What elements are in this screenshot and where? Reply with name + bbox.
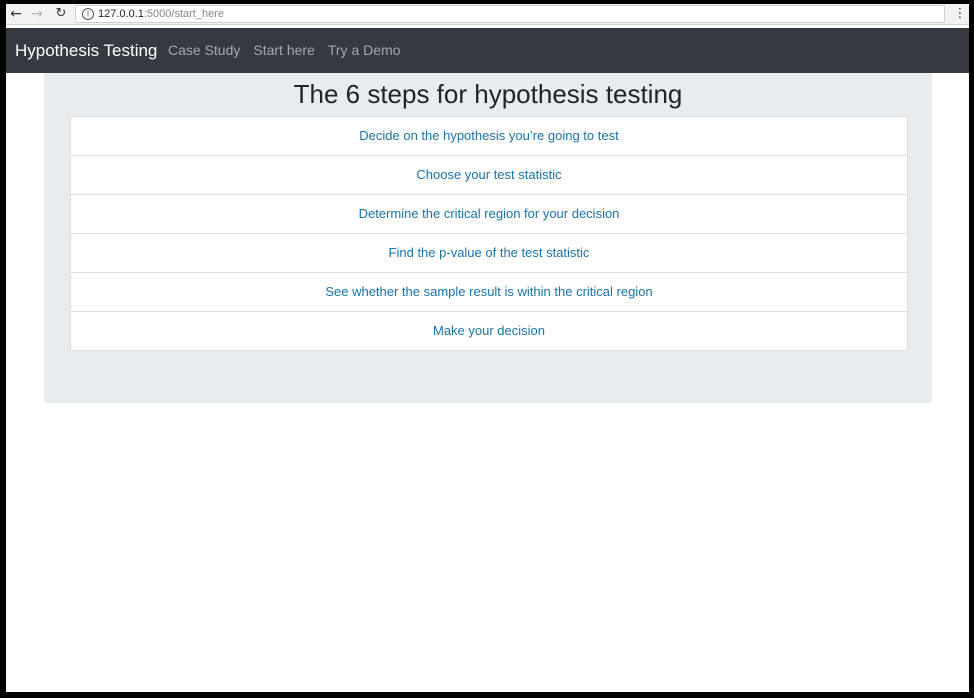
navbar-brand[interactable]: Hypothesis Testing — [15, 28, 157, 73]
steps-list: Decide on the hypothesis you’re going to… — [70, 116, 908, 351]
nav-link-try-a-demo[interactable]: Try a Demo — [328, 28, 401, 73]
step-item-3[interactable]: Determine the critical region for your d… — [71, 195, 907, 234]
step-item-1[interactable]: Decide on the hypothesis you’re going to… — [71, 117, 907, 156]
address-bar[interactable]: i 127.0.0.1:5000/start_here — [75, 5, 945, 23]
step-item-4[interactable]: Find the p-value of the test statistic — [71, 234, 907, 273]
back-arrow-icon[interactable]: ← — [7, 5, 25, 23]
step-item-2[interactable]: Choose your test statistic — [71, 156, 907, 195]
step-item-5[interactable]: See whether the sample result is within … — [71, 273, 907, 312]
browser-toolbar: ← → ↻ i 127.0.0.1:5000/start_here ⋮ — [6, 4, 969, 25]
url-host: 127.0.0.1 — [98, 8, 144, 20]
step-item-6[interactable]: Make your decision — [71, 312, 907, 350]
reload-icon[interactable]: ↻ — [52, 5, 70, 23]
browser-window: ← → ↻ i 127.0.0.1:5000/start_here ⋮ Hypo… — [6, 4, 969, 692]
url-text: 127.0.0.1:5000/start_here — [98, 6, 224, 22]
nav-link-case-study[interactable]: Case Study — [168, 28, 240, 73]
app-navbar: Hypothesis Testing Case Study Start here… — [6, 28, 969, 73]
nav-link-start-here[interactable]: Start here — [253, 28, 314, 73]
info-icon[interactable]: i — [82, 8, 94, 20]
forward-arrow-icon[interactable]: → — [28, 5, 46, 23]
browser-menu-icon[interactable]: ⋮ — [953, 5, 967, 23]
nav-links: Case Study Start here Try a Demo — [168, 28, 413, 73]
steps-panel: The 6 steps for hypothesis testing Decid… — [44, 73, 932, 403]
url-path: :5000/start_here — [143, 8, 224, 20]
page-title: The 6 steps for hypothesis testing — [293, 79, 683, 109]
